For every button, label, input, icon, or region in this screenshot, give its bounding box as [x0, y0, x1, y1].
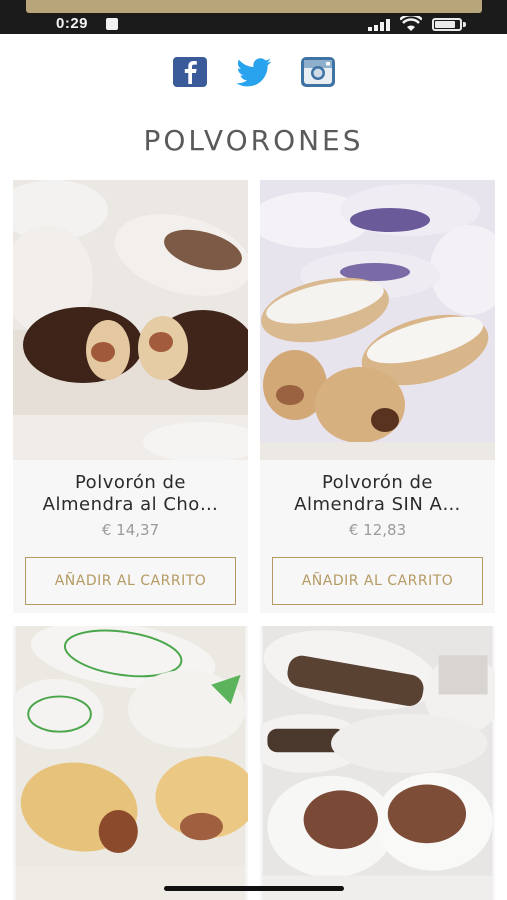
- product-card[interactable]: [13, 626, 248, 900]
- product-name[interactable]: Polvorón de Almendra al Cho…: [19, 472, 242, 516]
- product-name[interactable]: Polvorón de Almendra SIN A…: [266, 472, 489, 516]
- product-image[interactable]: [13, 626, 248, 900]
- twitter-icon[interactable]: [236, 57, 272, 87]
- product-card[interactable]: [260, 626, 495, 900]
- product-name-line2: Almendra al Cho…: [42, 494, 219, 515]
- section-title: POLVORONES: [143, 124, 364, 157]
- product-name-line2: Almendra SIN A…: [294, 494, 461, 515]
- add-to-cart-button[interactable]: AÑADIR AL CARRITO: [25, 557, 236, 605]
- product-image[interactable]: [260, 180, 495, 460]
- status-app-icon: [106, 18, 118, 30]
- wifi-icon: [400, 16, 422, 31]
- battery-cap: [463, 22, 466, 27]
- status-bar: 0:29: [0, 0, 507, 34]
- signal-icon: [368, 19, 390, 31]
- facebook-icon[interactable]: [172, 57, 208, 87]
- product-card[interactable]: Polvorón de Almendra SIN A… € 12,83 AÑAD…: [260, 180, 495, 613]
- status-time: 0:29: [56, 15, 89, 32]
- product-price: € 12,83: [348, 521, 407, 539]
- product-name-line1: Polvorón de: [321, 472, 434, 493]
- home-indicator[interactable]: [164, 886, 344, 891]
- product-card[interactable]: Polvorón de Almendra al Cho… € 14,37 AÑA…: [13, 180, 248, 613]
- battery-icon: [432, 18, 462, 31]
- battery-level: [435, 21, 456, 28]
- top-banner-strip: [26, 0, 482, 13]
- product-image[interactable]: [260, 626, 495, 900]
- product-image[interactable]: [13, 180, 248, 460]
- product-price: € 14,37: [101, 521, 160, 539]
- instagram-icon[interactable]: [300, 57, 336, 87]
- add-to-cart-button[interactable]: AÑADIR AL CARRITO: [272, 557, 483, 605]
- product-name-line1: Polvorón de: [74, 472, 187, 493]
